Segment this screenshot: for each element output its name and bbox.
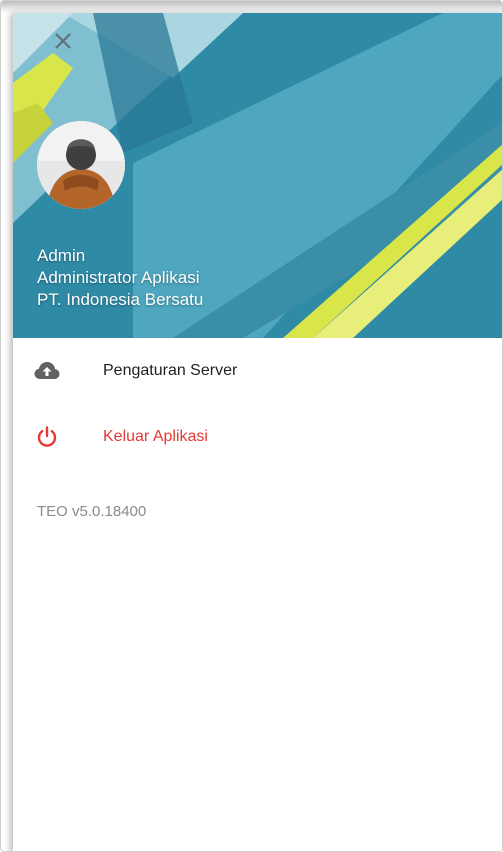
screen-frame: Admin Administrator Aplikasi PT. Indones… [0, 0, 503, 852]
company-name: PT. Indonesia Bersatu [37, 290, 204, 309]
user-info: Admin Administrator Aplikasi PT. Indones… [37, 245, 203, 311]
drawer-menu: Pengaturan Server Keluar Aplikasi [13, 338, 502, 470]
user-role: Administrator Aplikasi [37, 268, 200, 287]
close-icon [55, 33, 71, 49]
close-button[interactable] [51, 29, 75, 53]
menu-item-logout[interactable]: Keluar Aplikasi [13, 404, 502, 470]
user-avatar [37, 121, 125, 209]
drawer-header: Admin Administrator Aplikasi PT. Indones… [13, 13, 502, 338]
menu-item-label: Pengaturan Server [103, 362, 238, 379]
power-icon [33, 423, 61, 451]
app-version: TEO v5.0.18400 [37, 503, 147, 520]
overlay-edge [1, 1, 502, 13]
user-name: Admin [37, 246, 86, 265]
avatar [37, 121, 125, 209]
cloud-upload-icon [33, 357, 61, 385]
menu-item-label: Keluar Aplikasi [103, 428, 208, 445]
navigation-drawer: Admin Administrator Aplikasi PT. Indones… [13, 13, 502, 851]
menu-item-server-settings[interactable]: Pengaturan Server [13, 338, 502, 404]
